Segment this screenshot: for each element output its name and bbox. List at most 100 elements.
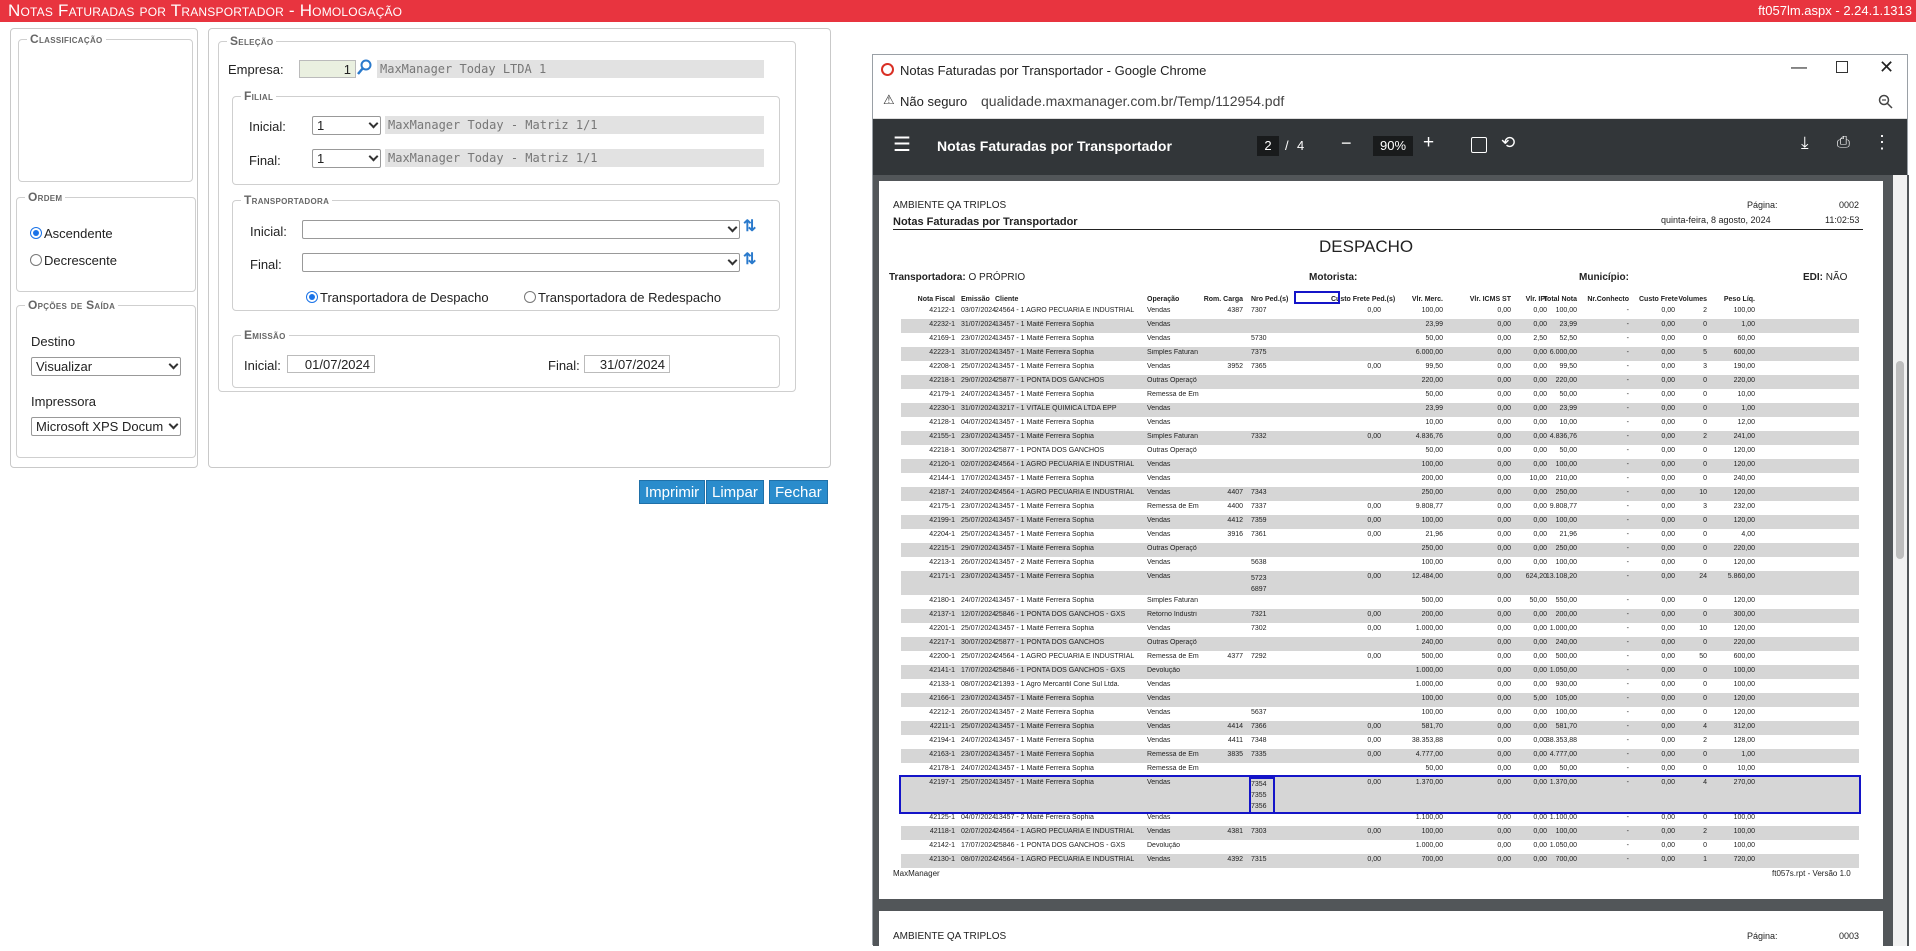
table-cell: -: [1626, 391, 1629, 398]
table-cell: 25/07/2024: [961, 625, 997, 632]
refresh-icon[interactable]: ⇅: [743, 252, 757, 268]
address-bar[interactable]: ⚠ Não seguro qualidade.maxmanager.com.br…: [873, 85, 1907, 119]
radio-despacho[interactable]: Transportadora de Despacho: [306, 290, 489, 305]
table-cell: 200,00: [1421, 611, 1443, 618]
table-cell: 42200-1: [929, 653, 955, 660]
radio-redespacho-icon[interactable]: [524, 291, 536, 303]
destino-select[interactable]: Visualizar: [31, 357, 181, 376]
table-cell: 24564 - 1 AGRO PECUARIA E INDUSTRIAL: [995, 856, 1135, 863]
table-cell: 220,00: [1733, 545, 1755, 552]
table-cell: 0,00: [1661, 419, 1675, 426]
security-label[interactable]: Não seguro: [900, 94, 967, 109]
menu-icon[interactable]: ☰: [893, 132, 911, 157]
limpar-button[interactable]: Limpar: [706, 480, 764, 504]
fechar-button[interactable]: Fechar: [769, 480, 828, 504]
table-cell: Vendas: [1147, 405, 1171, 412]
radio-redespacho[interactable]: Transportadora de Redespacho: [524, 290, 721, 305]
impressora-select[interactable]: Microsoft XPS Docum: [31, 417, 181, 436]
zoom-search-icon[interactable]: [1878, 94, 1893, 109]
download-icon[interactable]: ⤓: [1801, 133, 1809, 153]
table-cell: 23/07/2024: [961, 695, 997, 702]
imprimir-button[interactable]: Imprimir: [639, 480, 706, 504]
refresh-icon[interactable]: ⇅: [743, 219, 757, 235]
zoom-in-icon[interactable]: +: [1423, 132, 1434, 154]
radio-ascendente[interactable]: Ascendente: [30, 226, 113, 241]
impressora-value: Microsoft XPS Docum: [36, 419, 164, 434]
transp-inicial-select[interactable]: [302, 220, 740, 239]
transportadora-line: Transportadora: O PRÓPRIO: [889, 272, 1025, 283]
empresa-label: Empresa:: [228, 62, 284, 77]
rotate-icon[interactable]: ⟲: [1501, 133, 1515, 153]
fit-page-icon[interactable]: [1471, 137, 1487, 153]
transp-final-select[interactable]: [302, 253, 740, 272]
table-cell: 0,00: [1367, 856, 1381, 863]
table-cell: 17/07/2024: [961, 842, 997, 849]
close-icon[interactable]: ✕: [1879, 57, 1894, 78]
table-cell: 128,00: [1733, 737, 1755, 744]
more-options-icon[interactable]: ⋮: [1873, 132, 1891, 153]
filial-inicial-select[interactable]: 1: [312, 116, 381, 135]
table-cell: 0,00: [1661, 335, 1675, 342]
url-text[interactable]: qualidade.maxmanager.com.br/Temp/112954.…: [981, 93, 1284, 109]
radio-ascendente-icon[interactable]: [30, 227, 42, 239]
table-cell: 1.000,00: [1415, 681, 1443, 688]
table-cell: 7292: [1251, 653, 1267, 660]
radio-despacho-icon[interactable]: [306, 291, 318, 303]
table-cell: 10,00: [1737, 765, 1755, 772]
radio-decrescente[interactable]: Decrescente: [30, 253, 117, 268]
maximize-icon[interactable]: [1836, 61, 1848, 73]
table-cell: 0: [1703, 667, 1707, 674]
table-cell: 300,00: [1733, 611, 1755, 618]
table-cell: 1.050,00: [1549, 842, 1577, 849]
empresa-input[interactable]: 1: [299, 60, 356, 78]
zoom-out-icon[interactable]: −: [1341, 133, 1352, 154]
table-cell: 9.808,77: [1415, 503, 1443, 510]
table-cell: 0: [1703, 545, 1707, 552]
table-cell: 24564 - 1 AGRO PECUARIA E INDUSTRIAL: [995, 653, 1135, 660]
table-cell: 24/07/2024: [961, 391, 997, 398]
minimize-icon[interactable]: —: [1791, 59, 1807, 77]
table-cell: 4411: [1227, 737, 1243, 744]
table-cell: 50,00: [1559, 765, 1577, 772]
table-cell: 270,00: [1733, 779, 1755, 786]
table-cell: -: [1626, 349, 1629, 356]
table-cell: 5637: [1251, 709, 1267, 716]
table-cell: 240,00: [1555, 639, 1577, 646]
print-icon[interactable]: ⎙: [1837, 134, 1850, 152]
scrollbar-thumb[interactable]: [1896, 361, 1904, 559]
emissao-inicial-input[interactable]: 01/07/2024: [287, 355, 375, 373]
despacho-label: Transportadora de Despacho: [320, 290, 489, 305]
table-cell: 42212-1: [929, 709, 955, 716]
table-cell: 100,00: [1555, 559, 1577, 566]
table-cell: Outras Operaçõ: [1147, 447, 1197, 454]
table-cell: Remessa de Em: [1147, 503, 1199, 510]
filial-final-select[interactable]: 1: [312, 149, 381, 168]
search-icon[interactable]: [357, 59, 373, 75]
table-cell: 1,00: [1741, 321, 1755, 328]
table-cell: 1.100,00: [1415, 814, 1443, 821]
pdf-scrollbar[interactable]: [1893, 175, 1907, 946]
zoom-input[interactable]: 90%: [1373, 136, 1413, 156]
table-cell: 0,00: [1661, 765, 1675, 772]
table-cell: 42155-1: [929, 433, 955, 440]
table-cell: 250,00: [1421, 489, 1443, 496]
table-cell: 0,00: [1661, 405, 1675, 412]
table-cell: 0,00: [1661, 559, 1675, 566]
table-cell: 0: [1703, 531, 1707, 538]
pdf-viewer[interactable]: AMBIENTE QA TRIPLOS Página: 0002 Notas F…: [873, 175, 1909, 946]
column-header: Rom. Carga: [1203, 296, 1243, 303]
table-cell: 42175-1: [929, 503, 955, 510]
emissao-final-input[interactable]: 31/07/2024: [584, 355, 670, 373]
table-cell: 0: [1703, 377, 1707, 384]
ordem-legend: Ordem: [28, 190, 63, 204]
page-input[interactable]: 2: [1257, 136, 1279, 156]
table-cell: 581,70: [1421, 723, 1443, 730]
table-cell: -: [1626, 461, 1629, 468]
table-cell: 42199-1: [929, 517, 955, 524]
radio-decrescente-icon[interactable]: [30, 254, 42, 266]
chevron-down-icon: [368, 151, 379, 162]
table-cell: 13457 - 1 Maitê Ferreira Sophia: [995, 349, 1094, 356]
table-row: 42141-1 17/07/2024 25846 - 1 PONTA DOS GAN…: [901, 665, 1859, 679]
table-cell: Vendas: [1147, 461, 1171, 468]
table-cell: -: [1626, 723, 1629, 730]
